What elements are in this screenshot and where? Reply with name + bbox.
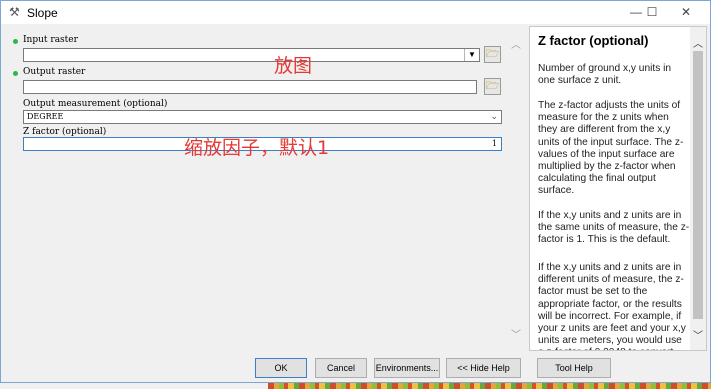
scroll-up-icon[interactable]: ︿ <box>511 36 521 51</box>
tool-help-button[interactable]: Tool Help <box>537 358 611 378</box>
help-scroll-thumb[interactable] <box>693 51 703 319</box>
chevron-down-icon: ⌄ <box>490 111 498 121</box>
parameters-scrollbar[interactable]: ︿ ﹀ <box>508 26 525 351</box>
ok-button[interactable]: OK <box>255 358 307 378</box>
window-title: Slope <box>27 6 58 20</box>
maximize-button[interactable]: ☐ <box>637 3 667 22</box>
output-raster-label: Output raster <box>23 67 86 77</box>
dropdown-arrow-icon[interactable]: ▼ <box>464 49 479 61</box>
scroll-up-icon[interactable]: ︿ <box>693 35 703 50</box>
output-measurement-value: DEGREE <box>27 112 64 121</box>
z-factor-label: Z factor (optional) <box>23 127 107 137</box>
cancel-button[interactable]: Cancel <box>315 358 367 378</box>
output-measurement-label: Output measurement (optional) <box>23 99 168 109</box>
browse-output-folder-icon[interactable]: 🗁 <box>484 78 501 95</box>
output-measurement-select[interactable]: DEGREE ⌄ <box>23 110 502 124</box>
help-panel: Z factor (optional) Number of ground x,y… <box>529 26 707 351</box>
output-raster-input[interactable] <box>23 80 477 94</box>
required-indicator-icon <box>13 39 18 44</box>
input-raster-combo[interactable]: ▼ <box>23 48 480 62</box>
help-paragraph: Number of ground x,y units in one surfac… <box>538 63 672 87</box>
help-paragraph: If the x,y units and z units are in diff… <box>538 262 686 350</box>
z-factor-value: 1 <box>491 139 497 148</box>
environments-button[interactable]: Environments... <box>374 358 440 378</box>
hide-help-button[interactable]: << Hide Help <box>446 358 521 378</box>
scroll-down-icon[interactable]: ﹀ <box>693 327 703 342</box>
hammer-icon: ⚒ <box>9 5 20 19</box>
help-paragraph: If the x,y units and z units are in the … <box>538 210 690 246</box>
scroll-down-icon[interactable]: ﹀ <box>511 326 521 341</box>
slope-dialog: ⚒ Slope — ☐ ✕ Input raster ▼ 🗁 放图 Output… <box>0 0 711 383</box>
title-bar[interactable]: ⚒ Slope — ☐ ✕ <box>1 1 710 24</box>
input-raster-label: Input raster <box>23 35 78 45</box>
help-title: Z factor (optional) <box>538 33 649 48</box>
parameters-panel: Input raster ▼ 🗁 放图 Output raster 🗁 Outp… <box>6 26 526 351</box>
help-scrollbar[interactable]: ︿ ﹀ <box>690 27 706 350</box>
annotation-input-note: 放图 <box>274 55 313 77</box>
help-paragraph: The z-factor adjusts the units of measur… <box>538 100 684 197</box>
browse-input-folder-icon[interactable]: 🗁 <box>484 46 501 63</box>
annotation-zfactor-note: 缩放因子，默认1 <box>184 137 330 159</box>
close-button[interactable]: ✕ <box>671 3 701 22</box>
required-indicator-icon <box>13 71 18 76</box>
